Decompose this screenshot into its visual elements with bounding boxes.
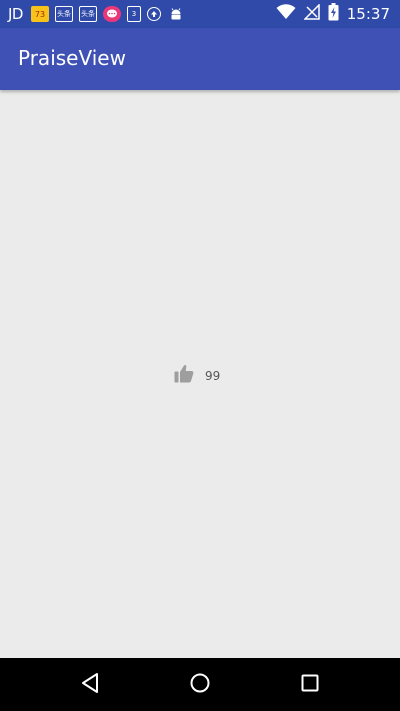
home-circle-icon xyxy=(189,672,211,698)
recents-button[interactable] xyxy=(280,658,340,711)
system-status-area: 15:37 xyxy=(276,3,400,25)
notification-area: JD 73 头条 头条 3 xyxy=(0,5,276,23)
back-triangle-icon xyxy=(80,672,100,698)
upload-arrow-icon xyxy=(146,7,161,21)
recents-square-icon xyxy=(300,673,320,697)
home-button[interactable] xyxy=(170,658,230,711)
no-signal-icon xyxy=(302,3,320,24)
battery-charging-icon xyxy=(328,3,339,25)
toutiao-icon: 头条 xyxy=(78,6,97,22)
thumbs-up-icon[interactable] xyxy=(174,364,194,387)
toutiao-icon: 头条 xyxy=(54,6,73,22)
praise-count: 99 xyxy=(205,368,221,383)
praise-view[interactable]: 99 xyxy=(174,364,220,387)
back-button[interactable] xyxy=(60,658,120,711)
calendar-73-icon: 73 xyxy=(30,6,49,22)
screen: JD 73 头条 头条 3 15:37 PraiseView 99 xyxy=(0,0,400,711)
carrier-logo: JD xyxy=(8,5,23,23)
navigation-bar xyxy=(0,658,400,711)
android-robot-icon xyxy=(167,6,185,22)
page-title: PraiseView xyxy=(18,46,126,70)
app-bar: PraiseView xyxy=(0,28,400,90)
chat-bubble-icon xyxy=(102,6,121,22)
status-time: 15:37 xyxy=(346,5,390,23)
calendar-3-icon: 3 xyxy=(126,6,141,22)
wifi-icon xyxy=(276,4,296,24)
status-bar: JD 73 头条 头条 3 15:37 xyxy=(0,0,400,28)
